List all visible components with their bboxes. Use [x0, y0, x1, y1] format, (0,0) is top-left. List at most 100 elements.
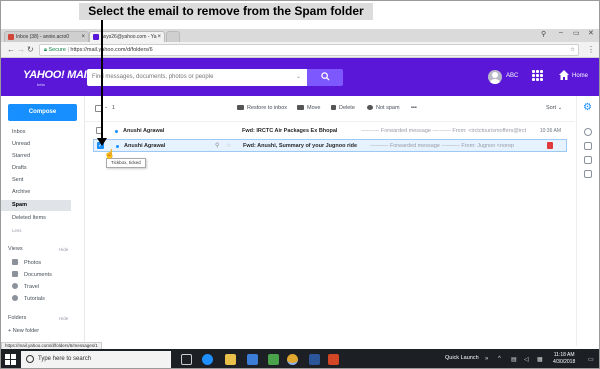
- not-spam-button[interactable]: Not spam: [367, 105, 400, 111]
- documents-icon: [12, 271, 18, 277]
- message-row-selected[interactable]: Anushi Agrawal ⚲ ☆ Fwd: Anushi, Summary …: [93, 139, 567, 152]
- apps-grid-icon[interactable]: [532, 70, 544, 82]
- browser-menu-icon[interactable]: ⋮: [587, 45, 595, 54]
- left-sidebar: Compose Inbox Unread Starred Drafts Sent…: [1, 96, 85, 346]
- maximize-icon[interactable]: ▭: [573, 29, 580, 37]
- powerpoint-icon[interactable]: [328, 354, 339, 365]
- reload-icon[interactable]: ↻: [27, 45, 34, 54]
- folder-spam[interactable]: Spam: [1, 200, 71, 211]
- close-tab-icon[interactable]: ×: [157, 32, 161, 42]
- new-folder-link[interactable]: + New folder: [8, 326, 39, 336]
- message-row[interactable]: Anushi Agrawal Fwd: IRCTC Air Packages E…: [93, 125, 567, 137]
- close-tab-icon[interactable]: ×: [81, 32, 85, 42]
- home-link[interactable]: Home: [572, 73, 588, 79]
- trash-icon[interactable]: [547, 142, 553, 149]
- home-icon[interactable]: [558, 69, 570, 81]
- folder-drafts[interactable]: Drafts: [1, 163, 71, 174]
- folder-deleted-items[interactable]: Deleted Items: [1, 213, 71, 224]
- user-name[interactable]: ABC: [506, 73, 518, 79]
- settings-gear-icon[interactable]: ⚙: [583, 103, 592, 113]
- volume-icon[interactable]: ◁: [524, 356, 529, 363]
- folder-inbox[interactable]: Inbox: [1, 127, 71, 138]
- instruction-annotation: Select the email to remove from the Spam…: [79, 3, 373, 20]
- url-input[interactable]: 🔒︎ Secure | https://mail.yahoo.com/d/fol…: [39, 44, 579, 56]
- word-icon[interactable]: [309, 354, 320, 365]
- lock-icon: 🔒︎: [44, 47, 47, 53]
- folder-move-icon: [297, 105, 304, 110]
- profile-icon[interactable]: ⚲: [541, 30, 546, 38]
- sort-button[interactable]: Sort ⌄: [546, 105, 562, 111]
- view-photos[interactable]: Photos: [12, 258, 41, 268]
- notifications-icon[interactable]: ▭: [588, 356, 594, 363]
- folders-heading: Folders: [8, 315, 27, 321]
- avatar[interactable]: [488, 70, 502, 84]
- tray-up-icon[interactable]: ^: [498, 356, 501, 362]
- restore-to-inbox-button[interactable]: Restore to inbox: [237, 105, 287, 111]
- message-snippet: ---------- Forwarded message ---------- …: [361, 128, 527, 134]
- search-icon[interactable]: ⚲: [215, 140, 219, 151]
- yahoo-icon: [93, 34, 99, 40]
- move-button[interactable]: Move: [297, 105, 320, 111]
- travel-icon: [12, 283, 18, 289]
- photos-icon: [12, 259, 18, 265]
- quick-launch-toolbar[interactable]: Quick Launch: [445, 355, 479, 361]
- folder-sent[interactable]: Sent: [1, 175, 71, 186]
- forward-icon[interactable]: →: [17, 45, 25, 54]
- search-button[interactable]: [307, 69, 343, 86]
- store-icon[interactable]: [247, 354, 258, 365]
- folder-starred[interactable]: Starred: [1, 151, 71, 162]
- beta-label: beta: [37, 82, 45, 87]
- view-travel[interactable]: Travel: [12, 282, 39, 292]
- cortana-icon: [26, 355, 34, 363]
- bookmark-star-icon[interactable]: ☆: [570, 45, 575, 55]
- task-view-icon[interactable]: [181, 354, 192, 365]
- star-icon[interactable]: ☆: [226, 140, 231, 151]
- trash-icon: [331, 105, 336, 110]
- keyboard-icon[interactable]: ▦: [537, 356, 543, 363]
- contacts-icon[interactable]: [584, 128, 592, 136]
- taskbar-search-input[interactable]: Type here to search: [21, 351, 171, 368]
- chevron-down-icon[interactable]: ⌄: [296, 69, 301, 86]
- more-actions-button[interactable]: •••: [411, 105, 417, 111]
- folders-hide-link[interactable]: Hide: [59, 316, 68, 321]
- yahoo-mail-logo[interactable]: YAHOO! MAIL: [23, 69, 93, 81]
- folder-unread[interactable]: Unread: [1, 139, 71, 150]
- mail-search-input[interactable]: Find messages, documents, photos or peop…: [87, 69, 307, 86]
- compose-button[interactable]: Compose: [8, 104, 77, 121]
- views-hide-link[interactable]: Hide: [59, 247, 68, 252]
- network-icon[interactable]: ▤: [511, 356, 517, 363]
- shield-icon: [367, 105, 373, 110]
- annotation-arrow-head: [97, 138, 107, 146]
- edge-icon[interactable]: [202, 354, 213, 365]
- chevron-down-icon[interactable]: ⌄: [104, 104, 108, 110]
- view-tutorials[interactable]: Tutorials: [12, 294, 45, 304]
- hand-cursor-icon: ☝: [104, 149, 116, 159]
- message-subject: Fwd: IRCTC Air Packages Ex Bhopal: [242, 128, 338, 134]
- minimize-icon[interactable]: –: [559, 29, 563, 36]
- system-clock[interactable]: 11:18 AM 4/30/2018: [553, 352, 575, 366]
- app-icon[interactable]: [268, 354, 279, 365]
- chrome-icon[interactable]: [287, 354, 298, 365]
- message-toolbar: ⌄ 1 Restore to inbox Move Delete Not spa…: [85, 96, 575, 122]
- tray-chevron-icon[interactable]: »: [485, 356, 488, 362]
- back-icon[interactable]: ←: [7, 45, 15, 54]
- windows-taskbar: Type here to search Quick Launch » ^ ▤ ◁…: [1, 349, 599, 368]
- folder-archive[interactable]: Archive: [1, 187, 71, 198]
- less-link[interactable]: Less: [1, 225, 71, 236]
- delete-button[interactable]: Delete: [331, 105, 355, 111]
- notepad-icon[interactable]: [584, 156, 592, 164]
- yahoo-header: YAHOO! MAIL beta Find messages, document…: [1, 58, 599, 96]
- view-documents[interactable]: Documents: [12, 270, 52, 280]
- calendar-icon[interactable]: [584, 142, 592, 150]
- search-icon: [320, 72, 330, 81]
- newsfeed-icon[interactable]: [584, 170, 592, 178]
- new-tab-button[interactable]: [166, 31, 180, 42]
- selected-count: 1: [112, 105, 116, 111]
- right-rail: ⚙: [576, 96, 599, 346]
- close-window-icon[interactable]: ✕: [588, 29, 594, 37]
- unread-dot-icon: [115, 130, 118, 133]
- browser-tab-gmail[interactable]: Inbox (38) - annie.acro0 ×: [4, 31, 89, 42]
- message-sender: Anushi Agrawal: [123, 128, 165, 134]
- file-explorer-icon[interactable]: [225, 354, 236, 365]
- windows-start-icon[interactable]: [5, 354, 16, 365]
